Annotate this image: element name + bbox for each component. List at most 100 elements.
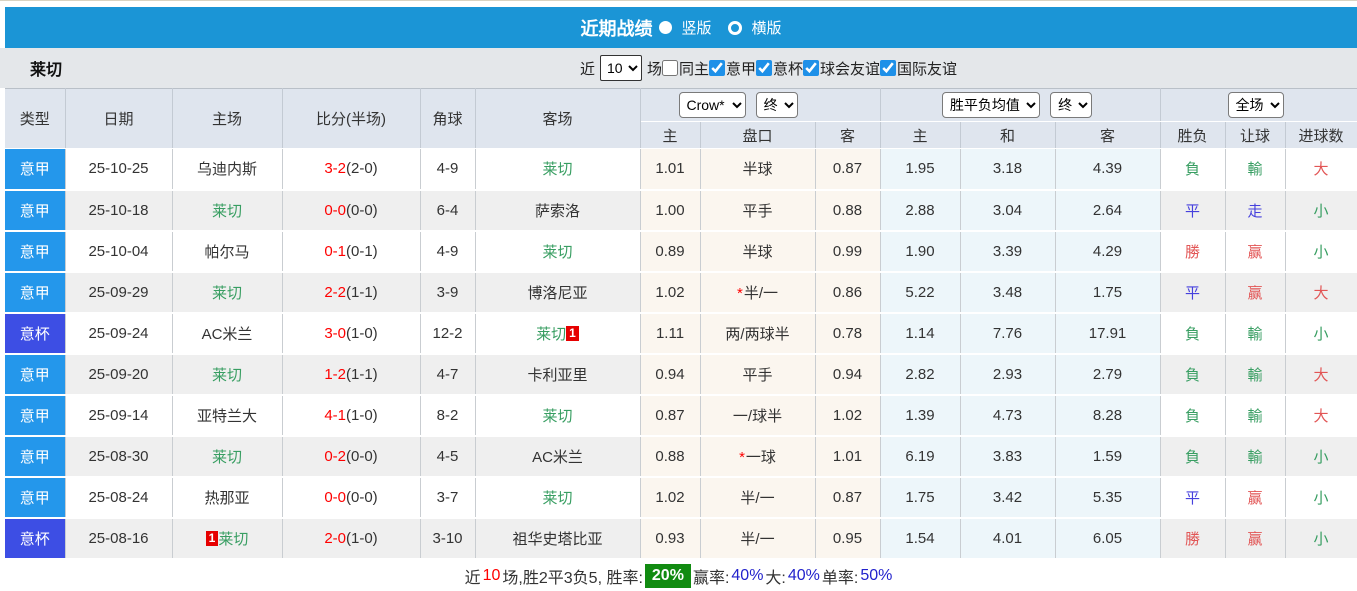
- home-team-name: 乌迪内斯: [196, 161, 257, 179]
- corners-cell: 12-2: [420, 312, 476, 355]
- match-count-select[interactable]: 10: [599, 55, 642, 81]
- home-team-cell[interactable]: 莱切: [172, 435, 283, 478]
- league-type-badge: 意杯: [5, 517, 66, 560]
- half-time-score: (0-0): [346, 201, 378, 219]
- euro-home-odds: 1.39: [880, 394, 961, 437]
- filter-checkbox-球会友谊[interactable]: [803, 60, 820, 76]
- subheader-euro-away: 客: [1055, 121, 1161, 149]
- home-team-cell[interactable]: 莱切: [172, 189, 283, 232]
- european-odds-time-select[interactable]: 终: [1050, 92, 1093, 118]
- away-team-cell[interactable]: 莱切 1: [475, 312, 641, 355]
- euro-away-odds: 8.28: [1055, 394, 1161, 437]
- goals-over-under-result: 大: [1285, 353, 1357, 396]
- goals-over-under-result: 小: [1285, 312, 1357, 355]
- home-team-cell[interactable]: 1 莱切: [172, 517, 283, 560]
- home-team-cell[interactable]: 帕尔马: [172, 230, 283, 273]
- asian-away-odds: 0.99: [815, 230, 881, 273]
- away-team-cell[interactable]: 莱切: [475, 230, 641, 273]
- win-draw-loss-result: 勝: [1160, 517, 1226, 560]
- vertical-layout-label[interactable]: 竖版: [681, 17, 711, 38]
- away-team-name: 莱切: [542, 243, 573, 261]
- goals-over-under-result: 小: [1285, 435, 1357, 478]
- home-team-name: 莱切: [218, 530, 249, 548]
- live-star-icon: *: [739, 448, 745, 466]
- away-team-cell[interactable]: 莱切: [475, 394, 641, 437]
- league-type-badge: 意甲: [5, 230, 66, 273]
- home-team-cell[interactable]: 乌迪内斯: [172, 148, 283, 191]
- subheader-handicap-result: 让球: [1225, 121, 1286, 149]
- asian-odds-time-select[interactable]: 终: [755, 92, 798, 118]
- match-date-cell: 25-08-24: [65, 476, 173, 519]
- european-odds-type-select[interactable]: 胜平负均值: [941, 92, 1040, 118]
- away-team-cell[interactable]: AC米兰: [475, 435, 641, 478]
- vertical-layout-radio-selected-icon[interactable]: [659, 21, 673, 34]
- match-row: 意甲 25-10-18 莱切 0-0(0-0) 6-4 萨索洛 1.00 平手 0.88 2.88…: [5, 189, 1357, 232]
- filter-controls: 近 10 场 同主 意甲 意杯 球会友谊 国际友谊: [400, 55, 957, 81]
- handicap-result: 赢: [1225, 271, 1286, 314]
- full-time-score: 3-0: [324, 324, 346, 342]
- subheader-asian-away: 客: [815, 121, 881, 149]
- handicap-result: 輸: [1225, 435, 1286, 478]
- score-cell: 0-0(0-0): [282, 476, 421, 519]
- handicap-result: 輸: [1225, 353, 1286, 396]
- summary-segment: 40%: [731, 567, 764, 584]
- corners-cell: 6-4: [420, 189, 476, 232]
- asian-away-odds: 0.95: [815, 517, 881, 560]
- filter-bar: 莱切 近 10 场 同主 意甲 意杯 球会友谊 国际友谊: [0, 48, 1357, 88]
- summary-segment: 20%: [644, 564, 691, 588]
- bookmaker-select[interactable]: Crow*: [678, 92, 746, 118]
- title-bar: 近期战绩 竖版 横版: [5, 7, 1357, 48]
- result-scope-select[interactable]: 全场: [1227, 92, 1284, 118]
- score-cell: 0-2(0-0): [282, 435, 421, 478]
- filter-checkbox-意杯[interactable]: [756, 60, 772, 76]
- home-team-cell[interactable]: 热那亚: [172, 476, 283, 519]
- home-team-cell[interactable]: AC米兰: [172, 312, 283, 355]
- filter-checkbox-item: 意甲: [708, 58, 756, 79]
- filter-checkbox-item: 球会友谊: [803, 58, 880, 79]
- home-team-cell[interactable]: 莱切: [172, 353, 283, 396]
- away-team-cell[interactable]: 卡利亚里: [475, 353, 641, 396]
- home-team-cell[interactable]: 亚特兰大: [172, 394, 283, 437]
- euro-draw-odds: 4.73: [960, 394, 1056, 437]
- euro-away-odds: 2.79: [1055, 353, 1161, 396]
- goals-over-under-result: 大: [1285, 271, 1357, 314]
- handicap-result: 赢: [1225, 476, 1286, 519]
- asian-home-odds: 1.02: [640, 271, 701, 314]
- league-type-badge: 意甲: [5, 189, 66, 232]
- filter-checkbox-意甲[interactable]: [708, 60, 725, 76]
- euro-away-odds: 4.29: [1055, 230, 1161, 273]
- win-draw-loss-result: 負: [1160, 353, 1226, 396]
- summary-segment: 大:: [765, 570, 786, 587]
- away-team-cell[interactable]: 博洛尼亚: [475, 271, 641, 314]
- euro-draw-odds: 7.76: [960, 312, 1056, 355]
- away-team-name: AC米兰: [532, 448, 583, 466]
- score-cell: 4-1(1-0): [282, 394, 421, 437]
- euro-home-odds: 1.75: [880, 476, 961, 519]
- asian-away-odds: 0.87: [815, 476, 881, 519]
- corners-cell: 4-9: [420, 230, 476, 273]
- away-team-cell[interactable]: 莱切: [475, 148, 641, 191]
- half-time-score: (1-0): [346, 324, 378, 342]
- summary-row: 近 10 场,胜2平3负5, 胜率: 20% 赢率: 40% 大: 40% 单率: 50%: [0, 559, 1357, 591]
- euro-away-odds: 1.75: [1055, 271, 1161, 314]
- full-time-score: 2-0: [324, 529, 346, 547]
- away-team-cell[interactable]: 萨索洛: [475, 189, 641, 232]
- filter-checkbox-国际友谊[interactable]: [880, 60, 897, 76]
- handicap-line-text: 一/球半: [732, 407, 783, 425]
- match-row: 意甲 25-09-20 莱切 1-2(1-1) 4-7 卡利亚里 0.94 平手 0.94 2.8…: [5, 353, 1357, 396]
- filter-checkbox-同主[interactable]: [661, 60, 678, 76]
- recent-results-widget: 近期战绩 竖版 横版 莱切 近 10 场 同主 意甲 意杯 球会友谊 国际友谊 类型 日…: [0, 0, 1357, 591]
- home-team-cell[interactable]: 莱切: [172, 271, 283, 314]
- live-star-icon: *: [736, 284, 743, 302]
- away-team-cell[interactable]: 祖华史塔比亚: [475, 517, 641, 560]
- horizontal-layout-label[interactable]: 横版: [752, 17, 782, 38]
- red-card-badge: 1: [566, 325, 579, 341]
- half-time-score: (1-1): [346, 365, 378, 383]
- corners-cell: 4-5: [420, 435, 476, 478]
- away-team-cell[interactable]: 莱切: [475, 476, 641, 519]
- col-header-home: 主场: [172, 88, 283, 149]
- win-draw-loss-result: 平: [1160, 189, 1226, 232]
- match-date-cell: 25-10-25: [65, 148, 173, 191]
- goals-over-under-result: 大: [1285, 148, 1357, 191]
- horizontal-layout-radio-icon[interactable]: [727, 20, 742, 35]
